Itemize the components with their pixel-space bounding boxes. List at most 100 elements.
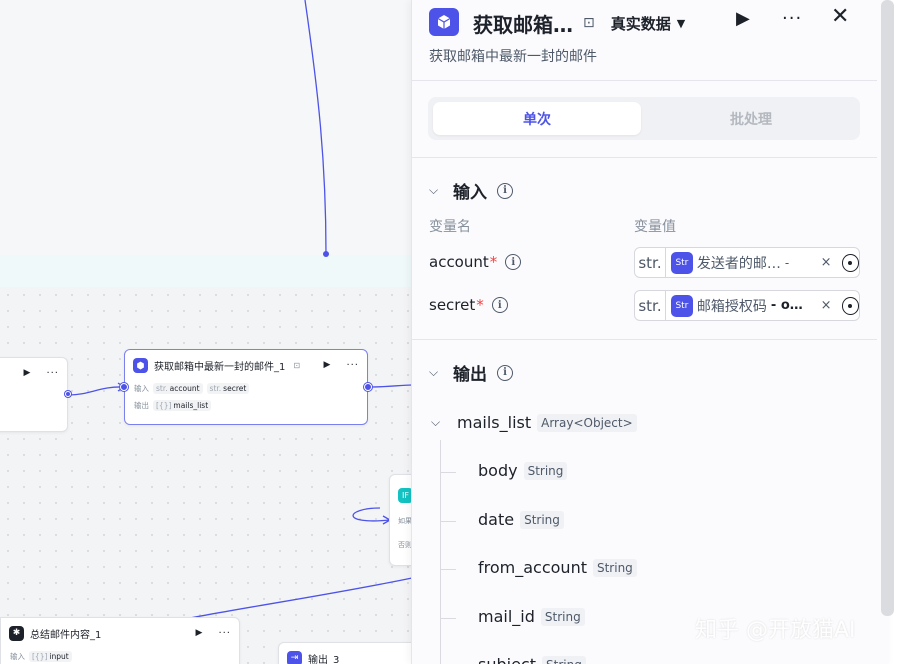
required-mark: * [489,253,498,271]
input-tag-secret: str. secret [206,383,250,394]
output-child-mail-id: mail_id String [478,607,585,626]
data-mode-select[interactable]: 真实数据 [611,13,671,34]
node-mail-in-port[interactable] [120,383,128,391]
more-dots-icon[interactable]: ··· [346,360,359,371]
input-value-account[interactable]: str. Str 发送者的邮… - × [634,247,860,278]
play-icon[interactable]: ▶ [196,628,203,638]
edge-top-end [323,251,329,257]
output-name: mail_id [478,607,535,626]
input-label: 输入 [10,652,25,661]
panel-description: 获取邮箱中最新一封的邮件 [429,49,597,65]
output-name: body [478,461,518,480]
chevron-down-icon[interactable]: ⌵ [431,415,445,430]
input-var-account: account * i [429,253,522,271]
run-button[interactable]: ▶ [736,8,750,29]
output-type: String [542,655,586,664]
input-label: 输入 [134,384,149,393]
tree-branch [440,521,456,522]
input-tag-input: [{}] input [29,651,72,662]
section-title: 输出 [453,365,487,385]
node-title: 获取邮箱中最新一封的邮件_1 [154,361,286,373]
output-type: String [523,461,568,480]
remove-reference-icon[interactable]: × [821,298,832,313]
edge-if-loop [352,507,391,522]
run-mode-tabs: 单次 批处理 [428,97,860,140]
more-dots-icon[interactable]: ··· [46,368,59,379]
variable-reference[interactable]: Str 邮箱授权码 - o… [670,294,818,317]
divider [412,80,877,81]
variable-reference[interactable]: Str 发送者的邮… - [670,251,818,274]
info-icon[interactable]: i [491,297,508,313]
tree-line [440,440,441,664]
input-section-header[interactable]: ⌵ 输入 i [429,178,513,203]
input-tag-account: str. account [153,383,203,394]
output-name: date [478,510,515,529]
node-output-3[interactable]: ⇥ 输出_3 [278,642,418,664]
remove-reference-icon[interactable]: × [821,255,832,270]
test-icon: ⊡ [293,360,301,370]
output-tag-mails-list: [{}] mails_list [153,400,212,411]
node-previous[interactable]: ▶ ··· [0,357,68,432]
column-header-value: 变量值 [634,219,676,235]
type-selector[interactable]: str. [635,291,666,320]
output-type: String [540,607,585,626]
chevron-down-icon[interactable]: ⌵ [429,183,443,198]
reference-source: - [784,255,790,270]
play-icon[interactable]: ▶ [24,368,31,378]
tab-single[interactable]: 单次 [433,102,641,135]
reference-source: - o… [770,298,803,313]
input-value-secret[interactable]: str. Str 邮箱授权码 - o… × [634,290,860,321]
info-icon[interactable]: i [505,254,522,270]
panel-scrollbar[interactable] [881,0,894,616]
info-icon[interactable]: i [497,182,513,199]
panel-title: 获取邮箱… [473,12,573,37]
chevron-down-icon[interactable]: ⌵ [429,365,443,380]
output-child-body: body String [478,461,568,480]
tree-branch [440,472,456,473]
node-title: 输出_3 [308,654,340,664]
llm-icon: ✱ [9,625,24,641]
output-section-header[interactable]: ⌵ 输出 i [429,360,513,385]
cube-icon [133,357,148,373]
tree-branch [440,618,456,619]
type-selector[interactable]: str. [635,248,666,277]
output-type: Array<Object> [537,413,637,432]
required-mark: * [476,296,484,314]
edge-to-summary [179,577,413,621]
test-run-icon[interactable]: ⊡ [583,15,595,31]
chevron-down-icon[interactable]: ▼ [677,17,685,30]
plugin-str-icon: Str [670,294,693,317]
node-get-latest-mail[interactable]: 获取邮箱中最新一封的邮件_1 ⊡ ▶ ··· 输入 str. account st… [124,349,368,425]
section-title: 输入 [453,183,487,203]
target-icon[interactable] [841,253,859,272]
play-icon[interactable]: ▶ [324,360,331,370]
output-type: String [592,558,637,577]
plugin-str-icon: Str [670,251,693,274]
edge-out-mail [368,384,413,388]
watermark: 知乎 @开放猫AI [695,618,856,643]
more-dots-icon[interactable]: ··· [218,628,231,639]
node-input-row: 输入 [{}] input [1,648,239,664]
close-button[interactable]: ✕ [831,4,849,29]
output-child-subject: subject String [478,655,586,664]
output-name: mails_list [457,413,532,432]
edge-into-mail [68,386,125,396]
panel-header: 获取邮箱… ⊡ 真实数据 ▼ ▶ ··· ✕ [429,4,869,38]
tab-batch[interactable]: 批处理 [647,102,855,135]
divider [412,157,877,158]
output-child-date: date String [478,510,564,529]
node-previous-out-port[interactable] [65,391,71,397]
output-root-mails-list: ⌵ mails_list Array<Object> [431,413,637,432]
output-name: subject [478,655,536,664]
reference-label: 邮箱授权码 [696,298,767,315]
more-options-button[interactable]: ··· [782,8,802,29]
node-input-row: 输入 str. account str. secret [125,380,367,397]
node-mail-out-port[interactable] [364,383,372,391]
node-test-panel: 获取邮箱… ⊡ 真实数据 ▼ ▶ ··· ✕ 获取邮箱中最新一封的邮件 单次 批… [411,0,889,664]
target-icon[interactable] [841,296,859,315]
output-name: from_account [478,558,587,577]
output-label: 输出 [134,401,149,410]
info-icon[interactable]: i [497,364,513,381]
node-summarize-mail[interactable]: ✱ 总结邮件内容_1 ▶ ··· 输入 [{}] input [0,617,240,664]
output-type: String [520,510,564,529]
